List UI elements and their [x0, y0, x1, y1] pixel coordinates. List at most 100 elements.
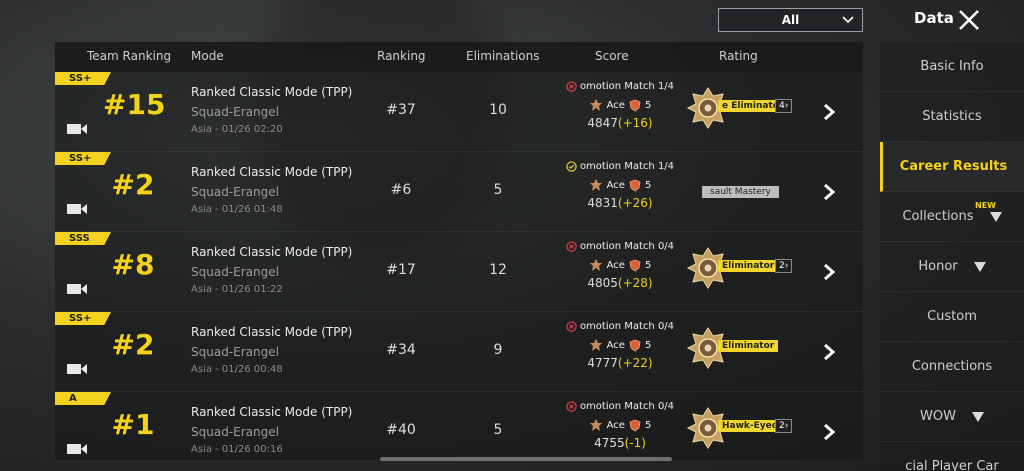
sidebar-item-basic-info[interactable]: Basic Info [880, 42, 1024, 92]
col-eliminations: Eliminations [466, 49, 540, 63]
table-row[interactable]: SSS #8 Ranked Classic Mode (TPP) Squad-Eran… [55, 232, 863, 312]
tier-name: Ace [606, 419, 625, 431]
map-name: Squad-Erangel [191, 265, 279, 279]
match-meta: Asia - 01/26 00:16 [191, 444, 283, 455]
placement-ranking: #17 [386, 262, 416, 278]
tier-line: Ace 5 [560, 255, 680, 275]
promotion-text: omotion Match 0/4 [579, 400, 675, 412]
promotion-text: omotion Match 1/4 [579, 160, 675, 172]
rating-count[interactable]: 2› [775, 419, 793, 433]
eliminations: 12 [489, 262, 507, 278]
sidebar-item-label: Connections [911, 359, 993, 374]
chevron-right-icon[interactable] [819, 182, 839, 202]
ace-tier-icon [589, 179, 602, 191]
table-row[interactable]: SS+ #2 Ranked Classic Mode (TPP) Squad-Eran… [55, 312, 863, 392]
filter-value: All [781, 13, 800, 27]
rank-points: 4831(+26) [587, 196, 653, 210]
triangle-down-icon [989, 211, 1002, 222]
chevron-right-icon[interactable] [819, 422, 839, 442]
score-cell: omotion Match 0/4 Ace 5 4777(+22) [560, 318, 680, 370]
eliminations: 10 [489, 102, 507, 118]
video-replay-icon[interactable] [66, 202, 88, 216]
video-replay-icon[interactable] [66, 362, 88, 376]
sidebar-item-statistics[interactable]: Statistics [880, 92, 1024, 142]
mode-name: Ranked Classic Mode (TPP) [191, 165, 353, 179]
match-mode: Ranked Classic Mode (TPP) Squad-Erangel As… [191, 402, 352, 458]
points-delta: (+22) [617, 356, 653, 370]
score-cell: omotion Match 0/4 Ace 5 4755(-1) [560, 398, 680, 450]
placement-ranking: #37 [386, 102, 416, 118]
tier-level: 5 [644, 99, 652, 111]
horizontal-scrollbar[interactable] [380, 457, 672, 461]
tier-badge: SS+ [55, 72, 111, 85]
map-name: Squad-Erangel [191, 185, 279, 199]
sidebar-item-custom[interactable]: Custom [880, 292, 1024, 342]
fail-icon [566, 320, 577, 332]
match-meta: Asia - 01/26 00:48 [191, 364, 283, 375]
points-delta: (+26) [617, 196, 653, 210]
eliminations: 5 [493, 422, 503, 438]
score-cell: omotion Match 1/4 Ace 5 4831(+26) [560, 158, 680, 210]
sidebar-item-collections[interactable]: Collections NEW [880, 192, 1024, 242]
sidebar-item-wow[interactable]: WOW [880, 392, 1024, 442]
sidebar-item-label: Basic Info [920, 59, 984, 74]
col-team-ranking: Team Ranking [87, 49, 172, 63]
rating-count[interactable]: 2› [775, 259, 793, 273]
tier-badge: SSS [55, 232, 111, 245]
tier-level: 5 [644, 419, 652, 431]
rank-points: 4805(+28) [587, 276, 653, 290]
team-rank: #15 [103, 88, 166, 121]
rating-cell: Hawk-Eyed 2› [680, 406, 800, 456]
sidebar-item-label: Custom [927, 309, 977, 324]
match-meta: Asia - 01/26 01:48 [191, 204, 283, 215]
team-rank: #1 [111, 408, 155, 441]
tier-badge: A [55, 392, 111, 405]
placement-ranking: #6 [390, 182, 412, 198]
rating-title-badge: sault Mastery [702, 186, 779, 198]
promotion-text: omotion Match 0/4 [579, 240, 675, 252]
match-mode: Ranked Classic Mode (TPP) Squad-Erangel As… [191, 82, 352, 138]
table-row[interactable]: SS+ #15 Ranked Classic Mode (TPP) Squad-Era… [55, 72, 863, 152]
shield-icon [629, 339, 641, 351]
tier-level: 5 [644, 259, 652, 271]
promotion-status: omotion Match 0/4 [560, 238, 680, 254]
rank-points: 4755(-1) [594, 436, 646, 450]
col-mode: Mode [191, 49, 224, 63]
fail-icon [566, 80, 577, 92]
table-row[interactable]: SS+ #2 Ranked Classic Mode (TPP) Squad-Eran… [55, 152, 863, 232]
rating-cell: sault Mastery [680, 166, 800, 216]
sidebar-item-honor[interactable]: Honor [880, 242, 1024, 292]
col-rating: Rating [719, 49, 758, 63]
tier-line: Ace 5 [560, 95, 680, 115]
mode-filter-dropdown[interactable]: All [718, 8, 863, 32]
match-meta: Asia - 01/26 02:20 [191, 124, 283, 135]
close-icon[interactable] [956, 7, 982, 33]
video-replay-icon[interactable] [66, 282, 88, 296]
promotion-status: omotion Match 1/4 [560, 158, 680, 174]
ace-tier-icon [589, 419, 602, 431]
chevron-right-icon[interactable] [819, 102, 839, 122]
sidebar-item-career-results[interactable]: Career Results [880, 142, 1024, 192]
tier-line: Ace 5 [560, 335, 680, 355]
video-replay-icon[interactable] [66, 442, 88, 456]
video-replay-icon[interactable] [66, 122, 88, 136]
ace-tier-icon [589, 259, 602, 271]
rank-points: 4777(+22) [587, 356, 653, 370]
chevron-right-icon[interactable] [819, 342, 839, 362]
rating-title-badge: Eliminator [718, 340, 779, 352]
team-rank: #2 [111, 168, 155, 201]
eliminations: 9 [493, 342, 503, 358]
rating-count[interactable]: 4› [775, 99, 793, 113]
tier-badge: SS+ [55, 152, 111, 165]
chevron-right-icon[interactable] [819, 262, 839, 282]
shield-icon [629, 259, 641, 271]
new-badge: NEW [975, 201, 996, 210]
sidebar-item-label: cial Player Car [905, 459, 999, 471]
rating-cell: Eliminator [680, 326, 800, 376]
promotion-text: omotion Match 1/4 [579, 80, 675, 92]
sidebar-item-connections[interactable]: Connections [880, 342, 1024, 392]
sidebar-item-cial-player-car[interactable]: cial Player Car [880, 442, 1024, 471]
score-cell: omotion Match 1/4 Ace 5 4847(+16) [560, 78, 680, 130]
tier-name: Ace [606, 179, 625, 191]
map-name: Squad-Erangel [191, 345, 279, 359]
